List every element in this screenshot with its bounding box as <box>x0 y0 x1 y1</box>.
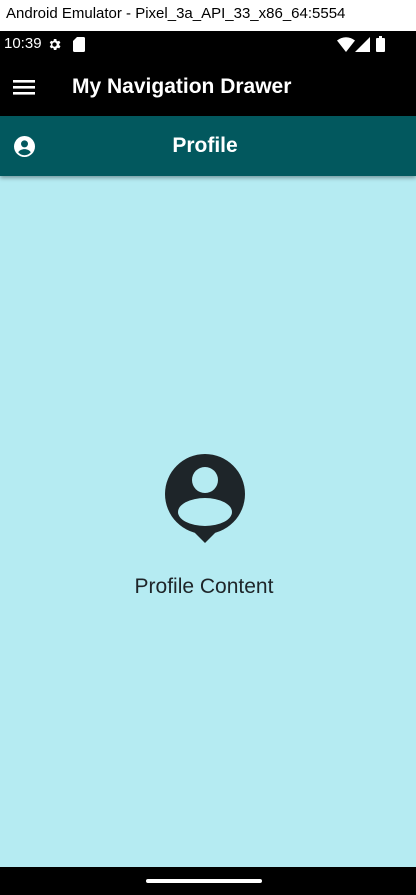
wifi-icon <box>337 37 355 52</box>
window-title-bar: Android Emulator - Pixel_3a_API_33_x86_6… <box>0 0 416 31</box>
gesture-nav-bar <box>0 867 416 895</box>
page-title: Profile <box>172 134 238 157</box>
status-time: 10:39 <box>4 35 42 52</box>
status-bar: 10:39 <box>0 31 416 58</box>
content-label: Profile Content <box>134 575 274 598</box>
battery-icon <box>376 36 385 52</box>
app-title: My Navigation Drawer <box>72 75 292 98</box>
content-area: Profile Content <box>0 176 416 867</box>
profile-pin-icon <box>165 454 245 543</box>
window-title: Android Emulator - Pixel_3a_API_33_x86_6… <box>6 5 346 22</box>
settings-icon <box>49 39 61 50</box>
page-header: Profile <box>0 116 416 176</box>
emulator-root: Android Emulator - Pixel_3a_API_33_x86_6… <box>0 0 416 895</box>
cell-signal-icon <box>355 37 370 52</box>
hamburger-menu-icon[interactable] <box>10 75 38 99</box>
sd-card-icon <box>73 37 85 52</box>
app-bar: My Navigation Drawer <box>0 58 416 116</box>
home-gesture-handle[interactable] <box>146 879 262 883</box>
